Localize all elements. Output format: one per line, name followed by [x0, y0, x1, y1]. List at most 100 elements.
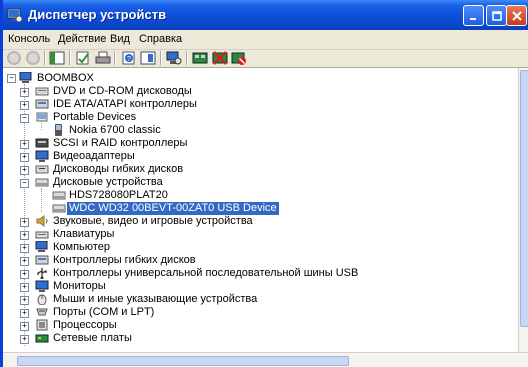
expand-icon[interactable]: +	[20, 140, 29, 149]
update-driver-icon[interactable]	[192, 50, 208, 66]
menu-help[interactable]: Справка	[139, 33, 182, 45]
expand-icon[interactable]: +	[20, 218, 29, 227]
minimize-icon	[469, 17, 476, 20]
tree-item-label: HDS728080PLAT20	[69, 189, 168, 201]
tree-item-portable[interactable]: − Portable Devices	[3, 111, 518, 124]
expand-icon[interactable]: +	[20, 88, 29, 97]
expand-icon[interactable]: +	[20, 309, 29, 318]
vertical-scrollbar[interactable]	[518, 68, 528, 352]
scan-hardware-icon[interactable]	[166, 50, 182, 66]
maximize-button[interactable]	[486, 5, 507, 26]
tree-item-label: Контроллеры гибких дисков	[53, 254, 196, 266]
tree-item-label: Дисковые устройства	[53, 176, 163, 188]
expand-icon[interactable]: +	[20, 101, 29, 110]
tree-item-label: IDE ATA/ATAPI контроллеры	[53, 98, 197, 110]
tree-item-usb[interactable]: + Контроллеры универсальной последовател…	[3, 267, 518, 280]
tree-item-monitors[interactable]: + Мониторы	[3, 280, 518, 293]
expand-icon[interactable]: +	[20, 270, 29, 279]
tree-item-label: Дисководы гибких дисков	[53, 163, 184, 175]
device-manager-icon	[7, 8, 23, 23]
toolbar-separator	[160, 51, 162, 65]
tree-item-label: Клавиатуры	[53, 228, 115, 240]
collapse-icon[interactable]: −	[20, 179, 29, 188]
tree-item-floppy-controllers[interactable]: + Контроллеры гибких дисков	[3, 254, 518, 267]
disable-icon[interactable]	[212, 50, 228, 66]
minimize-button[interactable]	[463, 5, 484, 26]
tree-item-label: Portable Devices	[53, 111, 137, 123]
expand-icon[interactable]: +	[20, 335, 29, 344]
expand-icon[interactable]: +	[20, 283, 29, 292]
tree-item-label: Мониторы	[53, 280, 106, 292]
hard-disk-icon	[52, 191, 66, 200]
tree-item-keyboards[interactable]: + Клавиатуры	[3, 228, 518, 241]
tree-root[interactable]: − BOOMBOX	[3, 72, 518, 85]
expand-icon[interactable]: +	[20, 257, 29, 266]
computer-icon	[19, 72, 32, 83]
view-icon[interactable]	[140, 50, 156, 66]
tree-item-video[interactable]: + Видеоадаптеры	[3, 150, 518, 163]
monitor-icon	[35, 280, 49, 292]
window-title: Диспетчер устройств	[28, 7, 167, 22]
port-icon	[36, 308, 48, 316]
tree-item-network[interactable]: + Сетевые платы	[3, 332, 518, 345]
tree-item-label: Видеоадаптеры	[53, 150, 135, 162]
computer-icon	[35, 241, 48, 252]
tree-item-ide[interactable]: + IDE ATA/ATAPI контроллеры	[3, 98, 518, 111]
close-button[interactable]	[506, 5, 527, 26]
tree-item-disk-drives[interactable]: − Дисковые устройства	[3, 176, 518, 189]
menu-console[interactable]: Консоль	[8, 33, 50, 45]
display-adapter-icon	[35, 150, 49, 162]
processor-icon	[36, 319, 48, 331]
tree-item-nokia[interactable]: Nokia 6700 classic	[3, 124, 518, 137]
forward-icon[interactable]	[25, 50, 41, 66]
expand-icon[interactable]: +	[20, 166, 29, 175]
tree-item-label: Компьютер	[53, 241, 110, 253]
expand-icon[interactable]: +	[20, 153, 29, 162]
menu-action[interactable]: Действие	[58, 33, 106, 45]
horizontal-scrollbar[interactable]	[3, 352, 528, 367]
toolbar: ?	[3, 50, 528, 68]
disk-drive-icon	[35, 178, 49, 187]
ide-controller-icon	[35, 99, 49, 109]
back-icon[interactable]	[6, 50, 22, 66]
device-tree[interactable]: − BOOMBOX + DVD и CD-ROM дисководы + IDE…	[3, 68, 518, 352]
horizontal-scroll-thumb[interactable]	[17, 356, 349, 366]
tree-item-mice[interactable]: + Мыши и иные указывающие устройства	[3, 293, 518, 306]
tree-item-label: Звуковые, видео и игровые устройства	[53, 215, 253, 227]
tree-item-processors[interactable]: + Процессоры	[3, 319, 518, 332]
tree-item-scsi[interactable]: + SCSI и RAID контроллеры	[3, 137, 518, 150]
portable-devices-icon	[36, 112, 48, 122]
tree-item-sound[interactable]: + Звуковые, видео и игровые устройства	[3, 215, 518, 228]
expand-icon[interactable]: +	[20, 231, 29, 240]
collapse-icon[interactable]: −	[20, 114, 29, 123]
tree-item-computer[interactable]: + Компьютер	[3, 241, 518, 254]
menu-bar: Консоль Действие Вид Справка	[3, 30, 528, 50]
tree-item-ports[interactable]: + Порты (COM и LPT)	[3, 306, 518, 319]
keyboard-icon	[35, 231, 49, 239]
tree-item-dvd[interactable]: + DVD и CD-ROM дисководы	[3, 85, 518, 98]
title-bar[interactable]: Диспетчер устройств	[3, 0, 528, 30]
expand-icon[interactable]: +	[20, 322, 29, 331]
toolbar-separator	[44, 51, 46, 65]
tree-item-label-selected: WDC WD32 00BEVT-00ZAT0 USB Device	[67, 202, 279, 215]
console-tree-icon[interactable]	[49, 50, 65, 66]
print-icon[interactable]	[95, 50, 111, 66]
usb-icon	[37, 268, 47, 279]
toolbar-separator	[186, 51, 188, 65]
uninstall-icon[interactable]	[231, 50, 247, 66]
hard-disk-icon	[52, 204, 66, 213]
vertical-scroll-thumb[interactable]	[520, 70, 528, 327]
scsi-controller-icon	[35, 138, 49, 148]
expand-icon[interactable]: +	[20, 244, 29, 253]
tree-item-wdc[interactable]: WDC WD32 00BEVT-00ZAT0 USB Device	[3, 202, 518, 215]
menu-view[interactable]: Вид	[110, 33, 130, 45]
properties-icon[interactable]	[75, 50, 91, 66]
tree-item-label: Процессоры	[53, 319, 117, 331]
tree-item-floppy-drives[interactable]: + Дисководы гибких дисков	[3, 163, 518, 176]
collapse-icon[interactable]: −	[7, 74, 16, 83]
maximize-icon	[491, 10, 502, 21]
help-icon[interactable]: ?	[121, 50, 137, 66]
svg-text:?: ?	[127, 56, 131, 63]
expand-icon[interactable]: +	[20, 296, 29, 305]
tree-item-hds[interactable]: HDS728080PLAT20	[3, 189, 518, 202]
